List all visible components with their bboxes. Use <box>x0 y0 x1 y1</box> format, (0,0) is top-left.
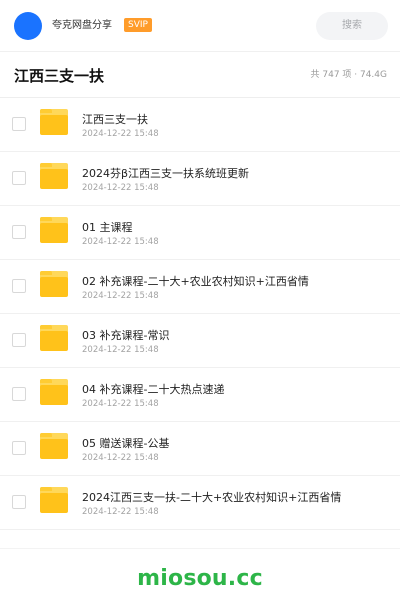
list-item[interactable]: 05 赠送课程-公基 2024-12-22 15:48 <box>0 422 400 476</box>
folder-icon <box>40 487 68 513</box>
folder-icon <box>40 271 68 297</box>
row-checkbox[interactable] <box>12 225 26 239</box>
list-item[interactable]: 01 主课程 2024-12-22 15:48 <box>0 206 400 260</box>
folder-icon <box>40 109 68 135</box>
footer: miosou.cc <box>0 548 400 600</box>
file-date: 2024-12-22 15:48 <box>82 399 159 409</box>
row-checkbox[interactable] <box>12 387 26 401</box>
file-name: 03 补充课程-常识 <box>82 329 170 342</box>
folder-stats: 共 747 项 · 74.4G <box>310 70 388 80</box>
file-name: 02 补充课程-二十大+农业农村知识+江西省情 <box>82 275 309 288</box>
row-checkbox[interactable] <box>12 117 26 131</box>
folder-icon <box>40 433 68 459</box>
file-date: 2024-12-22 15:48 <box>82 183 159 193</box>
app-name: 夸克网盘分享 <box>52 20 112 31</box>
file-date: 2024-12-22 15:48 <box>82 453 159 463</box>
file-name: 2024芬β江西三支一扶系统班更新 <box>82 167 250 180</box>
list-item[interactable]: 2024江西三支一扶-二十大+农业农村知识+江西省情 2024-12-22 15… <box>0 476 400 530</box>
file-date: 2024-12-22 15:48 <box>82 129 159 139</box>
avatar[interactable] <box>14 12 42 40</box>
file-name: 江西三支一扶 <box>82 113 148 126</box>
file-name: 04 补充课程-二十大热点速递 <box>82 383 225 396</box>
list-item[interactable]: 03 补充课程-常识 2024-12-22 15:48 <box>0 314 400 368</box>
file-date: 2024-12-22 15:48 <box>82 345 159 355</box>
folder-header: 江西三支一扶 共 747 项 · 74.4G <box>0 52 400 98</box>
search-input[interactable]: 搜索 <box>316 12 388 40</box>
file-list: 江西三支一扶 2024-12-22 15:48 2024芬β江西三支一扶系统班更… <box>0 98 400 530</box>
folder-icon <box>40 163 68 189</box>
row-checkbox[interactable] <box>12 495 26 509</box>
svip-badge: SVIP <box>124 18 152 32</box>
folder-icon <box>40 379 68 405</box>
folder-icon <box>40 217 68 243</box>
row-checkbox[interactable] <box>12 171 26 185</box>
folder-icon <box>40 325 68 351</box>
file-name: 05 赠送课程-公基 <box>82 437 170 450</box>
file-name: 01 主课程 <box>82 221 133 234</box>
file-name: 2024江西三支一扶-二十大+农业农村知识+江西省情 <box>82 491 342 504</box>
page-title: 江西三支一扶 <box>14 67 105 85</box>
list-item[interactable]: 02 补充课程-二十大+农业农村知识+江西省情 2024-12-22 15:48 <box>0 260 400 314</box>
row-checkbox[interactable] <box>12 441 26 455</box>
file-date: 2024-12-22 15:48 <box>82 291 159 301</box>
row-checkbox[interactable] <box>12 333 26 347</box>
file-date: 2024-12-22 15:48 <box>82 237 159 247</box>
top-bar: 夸克网盘分享 SVIP 搜索 <box>0 0 400 52</box>
file-date: 2024-12-22 15:48 <box>82 507 159 517</box>
list-item[interactable]: 04 补充课程-二十大热点速递 2024-12-22 15:48 <box>0 368 400 422</box>
list-item[interactable]: 2024芬β江西三支一扶系统班更新 2024-12-22 15:48 <box>0 152 400 206</box>
brand-watermark: miosou.cc <box>137 566 263 591</box>
row-checkbox[interactable] <box>12 279 26 293</box>
list-item[interactable]: 江西三支一扶 2024-12-22 15:48 <box>0 98 400 152</box>
